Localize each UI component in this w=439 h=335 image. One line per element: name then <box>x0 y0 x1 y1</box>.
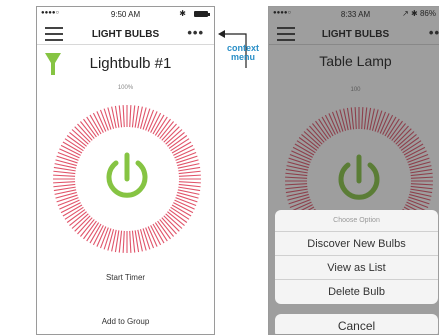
status-bar: ●●●●○ 9:50 AM ✱ <box>37 7 214 21</box>
dial-tick <box>176 194 198 203</box>
dial-tick <box>53 181 76 184</box>
annotation-line-2: menu <box>230 52 255 62</box>
action-sheet: Choose Option Discover New Bulbs View as… <box>275 210 438 304</box>
dial-tick <box>131 105 136 128</box>
dial-tick <box>56 194 78 203</box>
delete-bulb-option[interactable]: Delete Bulb <box>275 280 438 304</box>
dial-tick <box>129 230 132 253</box>
dial-tick <box>142 108 151 130</box>
dial-tick <box>142 228 151 250</box>
add-to-group-button[interactable]: Add to Group <box>37 317 214 326</box>
more-options-icon[interactable]: ••• <box>187 25 204 40</box>
dial-tick <box>176 155 198 164</box>
dial-tick <box>129 105 132 128</box>
brightness-label: 100% <box>117 85 134 91</box>
bulb-name: Lightbulb #1 <box>89 55 172 72</box>
bluetooth-icon: ✱ <box>179 9 186 18</box>
dial-tick <box>122 230 125 253</box>
start-timer-button[interactable]: Start Timer <box>37 273 214 282</box>
context-menu-annotation: context menu <box>226 44 260 62</box>
brightness-dial[interactable] <box>47 99 207 259</box>
dial-tick <box>178 181 201 184</box>
dial-tick <box>53 174 76 177</box>
dial-tick <box>178 183 201 188</box>
dial-tick <box>53 170 76 175</box>
dial-tick <box>103 228 112 250</box>
discover-new-bulbs-option[interactable]: Discover New Bulbs <box>275 232 438 256</box>
cancel-button[interactable]: Cancel <box>275 314 438 334</box>
dial-tick <box>53 183 76 188</box>
action-sheet-header: Choose Option <box>275 210 438 232</box>
dial-tick <box>178 170 201 175</box>
dial-tick <box>131 230 136 253</box>
power-icon[interactable] <box>106 152 148 198</box>
nav-bar: LIGHT BULBS ••• <box>37 23 214 45</box>
dial-tick <box>118 230 123 253</box>
status-time: 9:50 AM <box>110 10 141 19</box>
phone-screen-context-menu: ●●●●○ 8:33 AM ↗ ✱ 86% LIGHT BULBS •• Tab… <box>268 6 439 335</box>
dial-tick <box>118 105 123 128</box>
screenshot-stage: ●●●●○ 9:50 AM ✱ LIGHT BULBS ••• Lightbul… <box>0 0 439 335</box>
dial-tick <box>56 155 78 164</box>
battery-icon <box>194 11 210 17</box>
view-as-list-option[interactable]: View as List <box>275 256 438 280</box>
dial-tick <box>178 174 201 177</box>
phone-screen-main: ●●●●○ 9:50 AM ✱ LIGHT BULBS ••• Lightbul… <box>36 6 215 335</box>
dial-tick <box>103 108 112 130</box>
dial-tick <box>122 105 125 128</box>
